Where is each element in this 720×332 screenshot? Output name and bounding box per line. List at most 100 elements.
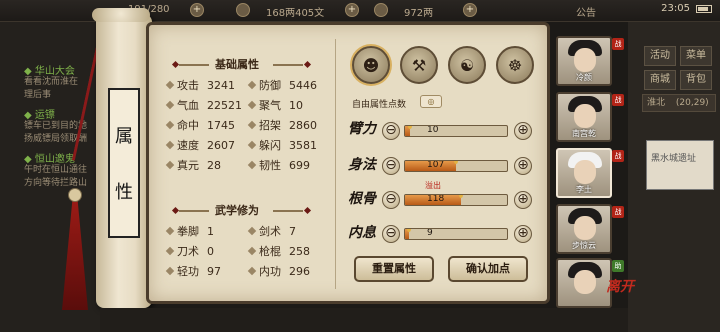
alloc-bar-agility: 107: [404, 160, 508, 172]
stat-essence: 真元 28: [165, 157, 221, 173]
role-badge: 战: [612, 206, 624, 218]
gold-text: 972两: [404, 8, 434, 19]
gold-icon: [374, 3, 388, 17]
role-badge: 战: [612, 94, 624, 106]
martial-sword: 剑术 7: [247, 223, 296, 239]
party-member[interactable]: [556, 258, 612, 308]
role-badge: 战: [612, 38, 624, 50]
meridian-icon[interactable]: ☸: [496, 46, 534, 84]
martial-title: 武学修为: [215, 204, 259, 217]
minus-button[interactable]: ⊖: [382, 191, 400, 209]
minimap-box[interactable]: 黑水城遗址: [646, 140, 714, 190]
alloc-bar-constitution: 118: [404, 194, 508, 206]
quest-title[interactable]: ◆ 运镖: [24, 106, 55, 121]
bag-button[interactable]: 背包: [680, 70, 712, 90]
martial-blade: 刀术 0: [165, 243, 214, 259]
martial-spear: 枪棍 258: [247, 243, 310, 259]
clock-text: 23:05: [661, 3, 690, 14]
alloc-label-agility: 身法: [348, 157, 376, 173]
title-line: [273, 64, 303, 66]
bar-marker[interactable]: [407, 229, 412, 232]
party-member-selected[interactable]: 李土: [556, 148, 612, 198]
notice-button[interactable]: 公告: [576, 4, 596, 19]
member-name: 步惊云: [572, 241, 596, 250]
shop-button[interactable]: 商城: [644, 70, 676, 90]
alloc-bar-breath: 9: [404, 228, 508, 240]
quest-title[interactable]: ◆ 华山大会: [24, 62, 75, 77]
bar-marker[interactable]: [453, 161, 458, 164]
stat-hp: 气血 22521: [165, 97, 242, 113]
quest-title[interactable]: ◆ 恒山邀鬼: [24, 150, 75, 165]
panel-divider: [335, 39, 336, 289]
copper-coin-icon: [236, 3, 250, 17]
member-name: 李土: [576, 185, 592, 194]
alloc-label-breath: 内息: [348, 225, 376, 241]
alloc-value: 118: [427, 194, 445, 204]
equipment-icon[interactable]: ⚒: [400, 46, 438, 84]
alloc-label-constitution: 根骨: [348, 191, 376, 207]
location-bar[interactable]: 淮北 (20,29): [642, 94, 716, 112]
location-coords: (20,29): [675, 98, 709, 108]
party-member[interactable]: 步惊云: [556, 204, 612, 254]
leave-button[interactable]: 离开: [606, 276, 634, 296]
base-attrs-title: 基础属性: [215, 58, 259, 71]
tassel-bead: [68, 188, 82, 202]
plus-button[interactable]: ⊕: [514, 122, 532, 140]
stat-toughness: 韧性 699: [247, 157, 310, 173]
free-points-label: 自由属性点数: [352, 100, 407, 110]
title-ornament: [303, 60, 312, 69]
alloc-value: 9: [427, 228, 433, 238]
party-member[interactable]: 冷颜: [556, 36, 612, 86]
stat-hit: 命中 1745: [165, 117, 235, 133]
character-attributes-icon[interactable]: ☻: [352, 46, 390, 84]
title-ornament: [303, 206, 312, 215]
reset-attributes-button[interactable]: 重置属性: [354, 256, 434, 282]
overflow-label: 溢出: [425, 181, 441, 190]
alloc-value: 107: [427, 160, 445, 170]
scroll-rod: [92, 8, 150, 22]
scroll-char: 性: [115, 182, 133, 203]
bar-marker[interactable]: [408, 126, 413, 129]
martial-inner: 内功 296: [247, 263, 310, 279]
alloc-bar-strength: 10: [404, 125, 508, 137]
add-gold-button[interactable]: +: [463, 3, 477, 17]
bar-marker[interactable]: [459, 195, 464, 198]
add-energy-button[interactable]: +: [190, 3, 204, 17]
title-ornament: [171, 60, 180, 69]
role-badge: 战: [612, 150, 624, 162]
quest-desc: 午时在恒山通往 方向等待拦路山: [24, 165, 88, 188]
add-money-button[interactable]: +: [345, 3, 359, 17]
plus-button[interactable]: ⊕: [514, 191, 532, 209]
alloc-label-strength: 臂力: [348, 121, 376, 137]
member-name: 南宫乾: [572, 129, 596, 138]
plus-button[interactable]: ⊕: [514, 157, 532, 175]
free-points-value: ◎: [420, 95, 442, 108]
battery-icon: [696, 5, 712, 13]
martial-agility: 轻功 97: [165, 263, 221, 279]
money-text: 168两405文: [266, 8, 325, 19]
minus-button[interactable]: ⊖: [382, 225, 400, 243]
plus-button[interactable]: ⊕: [514, 225, 532, 243]
minus-button[interactable]: ⊖: [382, 157, 400, 175]
activity-button[interactable]: 活动: [644, 46, 676, 66]
stat-parry: 招架 2860: [247, 117, 317, 133]
alloc-value: 10: [427, 125, 439, 135]
stat-qi: 聚气 10: [247, 97, 303, 113]
scroll-tab-label: 属 性: [108, 88, 140, 238]
confirm-points-button[interactable]: 确认加点: [448, 256, 528, 282]
member-name: 冷颜: [576, 73, 592, 82]
menu-button[interactable]: 菜单: [680, 46, 712, 66]
title-ornament: [171, 206, 180, 215]
stat-defense: 防御 5446: [247, 77, 317, 93]
scroll-char: 属: [115, 126, 133, 147]
martial-fist: 拳脚 1: [165, 223, 214, 239]
stat-speed: 速度 2607: [165, 137, 235, 153]
stat-attack: 攻击 3241: [165, 77, 235, 93]
yin-yang-icon[interactable]: ☯: [448, 46, 486, 84]
location-name: 淮北: [647, 98, 666, 108]
minus-button[interactable]: ⊖: [382, 122, 400, 140]
title-line: [179, 210, 209, 212]
party-member[interactable]: 南宫乾: [556, 92, 612, 142]
title-line: [179, 64, 209, 66]
stat-dodge: 躲闪 3581: [247, 137, 317, 153]
